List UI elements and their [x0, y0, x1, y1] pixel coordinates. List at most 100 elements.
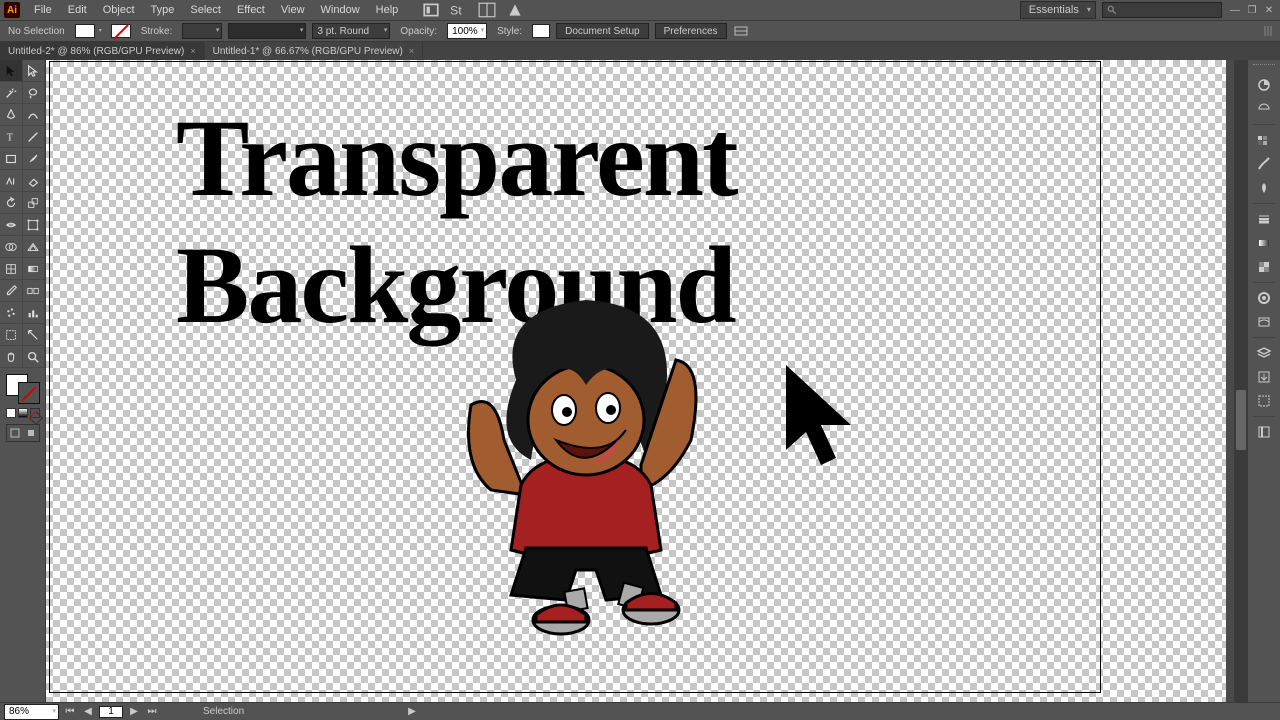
- maximize-button[interactable]: ❐: [1245, 5, 1259, 16]
- stock-icon[interactable]: St: [450, 3, 468, 17]
- opacity-input[interactable]: 100%: [447, 23, 487, 39]
- menu-select[interactable]: Select: [182, 0, 229, 20]
- menu-help[interactable]: Help: [368, 0, 407, 20]
- fill-color-swatch[interactable]: [75, 24, 95, 38]
- shape-builder-tool[interactable]: [0, 236, 23, 258]
- symbols-panel-button[interactable]: [1252, 177, 1276, 199]
- gradient-tool[interactable]: [23, 258, 46, 280]
- search-box[interactable]: [1102, 2, 1222, 18]
- hand-tool[interactable]: [0, 346, 23, 368]
- document-tab-label: Untitled-1* @ 66.67% (RGB/GPU Preview): [213, 46, 403, 57]
- free-transform-tool[interactable]: [23, 214, 46, 236]
- top-bar-icons: St: [422, 3, 524, 17]
- menu-file[interactable]: File: [26, 0, 60, 20]
- document-tab[interactable]: Untitled-1* @ 66.67% (RGB/GPU Preview) ×: [205, 42, 423, 60]
- draw-mode-switcher[interactable]: [6, 424, 40, 442]
- close-button[interactable]: ✕: [1262, 5, 1276, 16]
- color-mode-none[interactable]: [30, 408, 40, 418]
- line-segment-tool[interactable]: [23, 126, 46, 148]
- stroke-color-swatch[interactable]: [111, 24, 131, 38]
- layers-panel-button[interactable]: [1252, 342, 1276, 364]
- canvas-area[interactable]: Transparent Background: [46, 60, 1234, 702]
- brush-definition-dropdown[interactable]: 3 pt. Round: [312, 23, 390, 39]
- color-mode-gradient[interactable]: [18, 408, 28, 418]
- align-to-icon[interactable]: [733, 23, 749, 39]
- mesh-tool[interactable]: [0, 258, 23, 280]
- control-bar-handle[interactable]: [1260, 25, 1276, 37]
- graphic-styles-panel-button[interactable]: [1252, 311, 1276, 333]
- rectangle-tool[interactable]: [0, 148, 23, 170]
- menu-window[interactable]: Window: [313, 0, 368, 20]
- pen-tool[interactable]: [0, 104, 23, 126]
- color-guide-panel-button[interactable]: [1252, 98, 1276, 120]
- fill-stroke-swatch[interactable]: [6, 374, 40, 404]
- prev-artboard-button[interactable]: ◀: [81, 706, 95, 717]
- svg-text:T: T: [6, 132, 13, 143]
- next-artboard-button[interactable]: ▶: [127, 706, 141, 717]
- status-bar-flyout[interactable]: ▶: [408, 706, 416, 717]
- menu-object[interactable]: Object: [95, 0, 143, 20]
- variable-width-profile-dropdown[interactable]: [228, 23, 306, 39]
- curvature-tool[interactable]: [23, 104, 46, 126]
- menu-type[interactable]: Type: [143, 0, 183, 20]
- libraries-panel-button[interactable]: [1252, 421, 1276, 443]
- document-setup-button[interactable]: Document Setup: [556, 23, 649, 39]
- illustrator-window: Ai FileEditObjectTypeSelectEffectViewWin…: [0, 0, 1280, 720]
- stroke-swatch[interactable]: [18, 382, 40, 404]
- gradient-panel-button[interactable]: [1252, 232, 1276, 254]
- control-bar: No Selection Stroke: 3 pt. Round Opacity…: [0, 20, 1280, 42]
- direct-selection-tool[interactable]: [23, 60, 46, 82]
- menu-view[interactable]: View: [273, 0, 313, 20]
- zoom-level[interactable]: 86%: [4, 704, 59, 720]
- appearance-panel-button[interactable]: [1252, 287, 1276, 309]
- last-artboard-button[interactable]: ⏭: [145, 706, 159, 717]
- shaper-tool[interactable]: [0, 170, 23, 192]
- document-tab[interactable]: Untitled-2* @ 86% (RGB/GPU Preview)×: [0, 42, 205, 60]
- main-area: T Transparent Backg: [0, 60, 1280, 702]
- magic-wand-tool[interactable]: [0, 82, 23, 104]
- lasso-tool[interactable]: [23, 82, 46, 104]
- bridge-icon[interactable]: [422, 3, 440, 17]
- brushes-panel-button[interactable]: [1252, 153, 1276, 175]
- type-tool[interactable]: T: [0, 126, 23, 148]
- gpu-preview-icon[interactable]: [506, 3, 524, 17]
- selection-tool[interactable]: [0, 60, 23, 82]
- eyedropper-tool[interactable]: [0, 280, 23, 302]
- graphic-style-swatch[interactable]: [532, 24, 550, 38]
- close-tab-icon[interactable]: ×: [190, 46, 195, 56]
- stroke-weight-dropdown[interactable]: [182, 23, 222, 39]
- dock-handle[interactable]: [1253, 64, 1275, 68]
- column-graph-tool[interactable]: [23, 302, 46, 324]
- symbol-sprayer-tool[interactable]: [0, 302, 23, 324]
- dock-separator: [1253, 124, 1275, 125]
- first-artboard-button[interactable]: ⏮: [63, 706, 77, 717]
- asset-export-panel-button[interactable]: [1252, 366, 1276, 388]
- artboards-panel-button[interactable]: [1252, 390, 1276, 412]
- width-tool[interactable]: [0, 214, 23, 236]
- workspace-switcher[interactable]: Essentials: [1020, 1, 1096, 19]
- slice-tool[interactable]: [23, 324, 46, 346]
- perspective-grid-tool[interactable]: [23, 236, 46, 258]
- blend-tool[interactable]: [23, 280, 46, 302]
- menu-edit[interactable]: Edit: [60, 0, 95, 20]
- zoom-tool[interactable]: [23, 346, 46, 368]
- menu-effect[interactable]: Effect: [229, 0, 273, 20]
- vertical-scrollbar[interactable]: [1234, 60, 1248, 702]
- minimize-button[interactable]: —: [1228, 5, 1242, 16]
- stroke-panel-button[interactable]: [1252, 208, 1276, 230]
- paintbrush-tool[interactable]: [23, 148, 46, 170]
- scale-tool[interactable]: [23, 192, 46, 214]
- color-mode-solid[interactable]: [6, 408, 16, 418]
- color-panel-button[interactable]: [1252, 74, 1276, 96]
- artboard-tool[interactable]: [0, 324, 23, 346]
- svg-text:St: St: [450, 4, 462, 18]
- close-tab-icon[interactable]: ×: [409, 46, 414, 56]
- arrange-documents-icon[interactable]: [478, 3, 496, 17]
- artboard-number-input[interactable]: [99, 706, 123, 718]
- eraser-tool[interactable]: [23, 170, 46, 192]
- swatches-panel-button[interactable]: [1252, 129, 1276, 151]
- preferences-button[interactable]: Preferences: [655, 23, 727, 39]
- rotate-tool[interactable]: [0, 192, 23, 214]
- transparency-panel-button[interactable]: [1252, 256, 1276, 278]
- scrollbar-thumb[interactable]: [1236, 390, 1246, 450]
